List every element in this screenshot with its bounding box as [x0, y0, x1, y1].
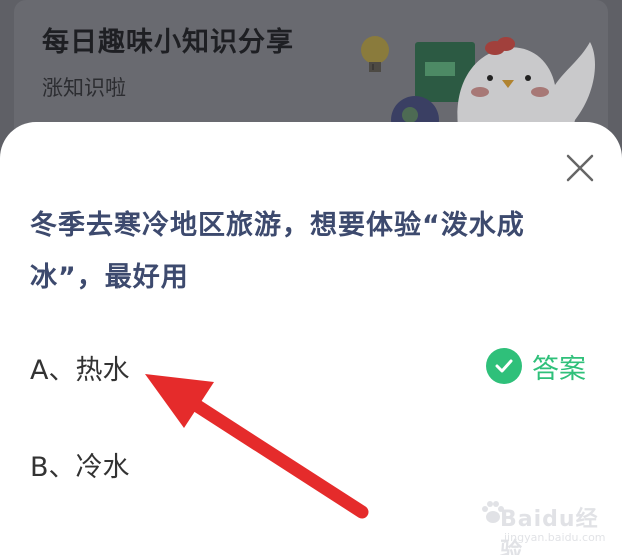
watermark-text: Baidu经验	[500, 507, 599, 555]
close-icon	[566, 154, 594, 182]
question-text: 冬季去寒冷地区旅游，想要体验“泼水成冰”，最好用	[30, 210, 525, 293]
banner-title: 每日趣味小知识分享	[42, 27, 294, 58]
quiz-screen: 每日趣味小知识分享 涨知识啦 冬季去寒冷地区旅游，想要体验“泼水成冰”，最好用 …	[0, 0, 622, 555]
answer-badge: 答案	[486, 346, 586, 386]
baidu-watermark: Baidu经验 jingyan.baidu.com	[478, 495, 618, 555]
close-button[interactable]	[560, 148, 600, 188]
option-a[interactable]: A、热水	[30, 348, 129, 387]
answer-label: 答案	[532, 353, 586, 385]
banner-subtitle: 涨知识啦	[42, 76, 126, 100]
option-b[interactable]: B、冷水	[30, 445, 130, 484]
watermark-url: jingyan.baidu.com	[504, 531, 606, 544]
lightbulb-icon	[361, 36, 389, 72]
quiz-sheet	[0, 122, 622, 555]
banner-illustration	[361, 36, 595, 140]
check-icon	[486, 348, 522, 384]
